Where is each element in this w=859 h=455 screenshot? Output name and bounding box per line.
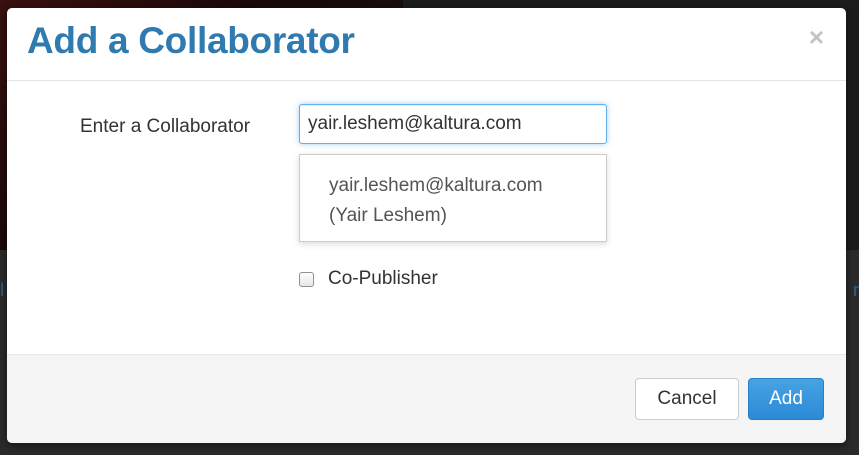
co-publisher-row: Co-Publisher <box>299 268 438 290</box>
autocomplete-dropdown: yair.leshem@kaltura.com (Yair Leshem) <box>299 154 607 242</box>
close-icon[interactable]: × <box>809 24 824 50</box>
suggestion-name: (Yair Leshem) <box>329 205 447 226</box>
add-button[interactable]: Add <box>748 378 824 420</box>
modal-title: Add a Collaborator <box>27 20 355 61</box>
co-publisher-checkbox[interactable] <box>299 271 314 287</box>
modal-header: Add a Collaborator × <box>7 8 846 81</box>
add-collaborator-dialog: Add a Collaborator × Enter a Collaborato… <box>7 8 846 443</box>
cancel-button[interactable]: Cancel <box>635 378 739 420</box>
modal-footer: Cancel Add <box>7 354 846 443</box>
background-link-right: r <box>853 280 859 300</box>
background-link-left: l <box>0 280 4 300</box>
collaborator-input[interactable] <box>299 104 607 144</box>
co-publisher-label[interactable]: Co-Publisher <box>328 268 438 290</box>
collaborator-label: Enter a Collaborator <box>80 116 251 137</box>
suggestion-email: yair.leshem@kaltura.com <box>329 175 543 196</box>
autocomplete-suggestion[interactable]: yair.leshem@kaltura.com (Yair Leshem) <box>329 171 543 231</box>
